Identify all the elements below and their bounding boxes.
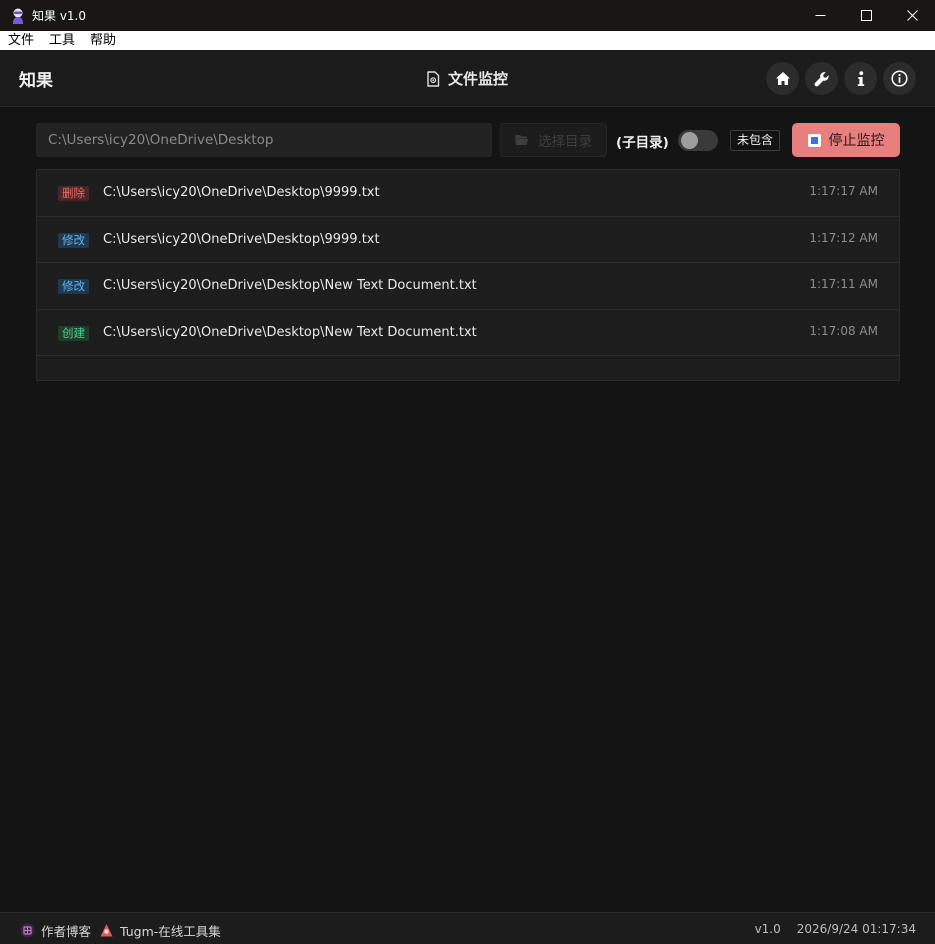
subdirectory-label: (子目录): [616, 135, 669, 151]
info-button[interactable]: [844, 62, 877, 95]
author-blog-label: 作者博客: [41, 924, 92, 939]
event-time: 1:17:12 AM: [809, 230, 878, 245]
maximize-icon: [860, 10, 872, 21]
version-label: v1.0: [754, 922, 781, 936]
maximize-button[interactable]: [843, 0, 889, 31]
status-links: 作者博客 Tugm-在线工具集: [20, 921, 229, 940]
tools-site-label: Tugm-在线工具集: [120, 924, 221, 939]
stop-monitor-button[interactable]: 停止监控: [792, 123, 900, 157]
folder-open-icon: [515, 134, 529, 146]
page-title: 文件监控: [426, 68, 508, 89]
tools-button[interactable]: [805, 62, 838, 95]
select-directory-button[interactable]: 选择目录: [500, 123, 607, 157]
app-header: 知果 文件监控: [0, 50, 935, 107]
event-file-path: C:\Users\icy20\OneDrive\Desktop\New Text…: [103, 324, 477, 340]
event-file-path: C:\Users\icy20\OneDrive\Desktop\New Text…: [103, 278, 477, 293]
menu-help[interactable]: 帮助: [82, 31, 123, 50]
event-file-path: C:\Users\icy20\OneDrive\Desktop\9999.txt: [103, 231, 380, 247]
minimize-icon: [815, 15, 825, 16]
select-directory-label: 选择目录: [538, 134, 592, 150]
tools-site-link[interactable]: Tugm-在线工具集: [99, 921, 221, 940]
status-info: v1.0 2026/9/24 01:17:34: [755, 922, 916, 936]
event-time: 1:17:08 AM: [809, 323, 878, 338]
minimize-button[interactable]: [797, 0, 843, 31]
event-time: 1:17:11 AM: [809, 277, 878, 291]
home-button[interactable]: [766, 62, 799, 95]
event-type-tag: 修改: [58, 232, 89, 248]
event-row[interactable]: 创建 C:\Users\icy20\OneDrive\Desktop\New T…: [37, 310, 899, 356]
event-row[interactable]: 删除 C:\Users\icy20\OneDrive\Desktop\9999.…: [37, 170, 899, 217]
wrench-icon: [814, 71, 829, 86]
menu-tools[interactable]: 工具: [41, 31, 82, 50]
stop-icon: [807, 133, 821, 147]
brand-title: 知果: [19, 71, 53, 91]
author-blog-link[interactable]: 作者博客: [20, 921, 91, 940]
close-icon: [906, 10, 918, 21]
toggle-knob: [681, 132, 698, 149]
event-row[interactable]: 修改 C:\Users\icy20\OneDrive\Desktop\New T…: [37, 263, 899, 310]
menu-file[interactable]: 文件: [0, 31, 41, 50]
event-type-tag: 修改: [58, 279, 89, 294]
subdirectory-toggle[interactable]: [678, 130, 718, 151]
stop-monitor-label: 停止监控: [828, 133, 885, 149]
header-actions: [766, 62, 916, 95]
window-title: 知果 v1.0: [32, 9, 87, 23]
monitor-toolbar: 选择目录 (子目录) 未包含 停止监控: [36, 123, 900, 157]
blog-icon: [20, 923, 35, 938]
menu-bar: 文件 工具 帮助: [0, 31, 935, 50]
info-circle-icon: [891, 70, 908, 87]
event-file-path: C:\Users\icy20\OneDrive\Desktop\9999.txt: [103, 185, 380, 200]
file-monitor-icon: [426, 70, 440, 87]
about-button[interactable]: [883, 62, 916, 95]
event-time: 1:17:17 AM: [809, 184, 878, 198]
app-logo-icon: [10, 8, 26, 24]
event-row[interactable]: 修改 C:\Users\icy20\OneDrive\Desktop\9999.…: [37, 217, 899, 263]
window-controls: [797, 0, 935, 31]
clock-label: 2026/9/24 01:17:34: [796, 922, 916, 936]
event-type-tag: 删除: [58, 186, 89, 201]
page-title-text: 文件监控: [448, 70, 509, 88]
include-status-tag: 未包含: [730, 130, 781, 151]
status-bar: 作者博客 Tugm-在线工具集 v1.0 2026/9/24 01:17:34: [0, 912, 935, 944]
info-icon: [857, 70, 864, 86]
event-list: 删除 C:\Users\icy20\OneDrive\Desktop\9999.…: [36, 169, 900, 381]
close-button[interactable]: [889, 0, 935, 31]
directory-path-input[interactable]: [36, 123, 492, 157]
event-type-tag: 创建: [58, 325, 89, 341]
home-icon: [775, 72, 790, 85]
title-bar: 知果 v1.0: [0, 0, 935, 31]
tugm-logo-icon: [99, 923, 114, 938]
